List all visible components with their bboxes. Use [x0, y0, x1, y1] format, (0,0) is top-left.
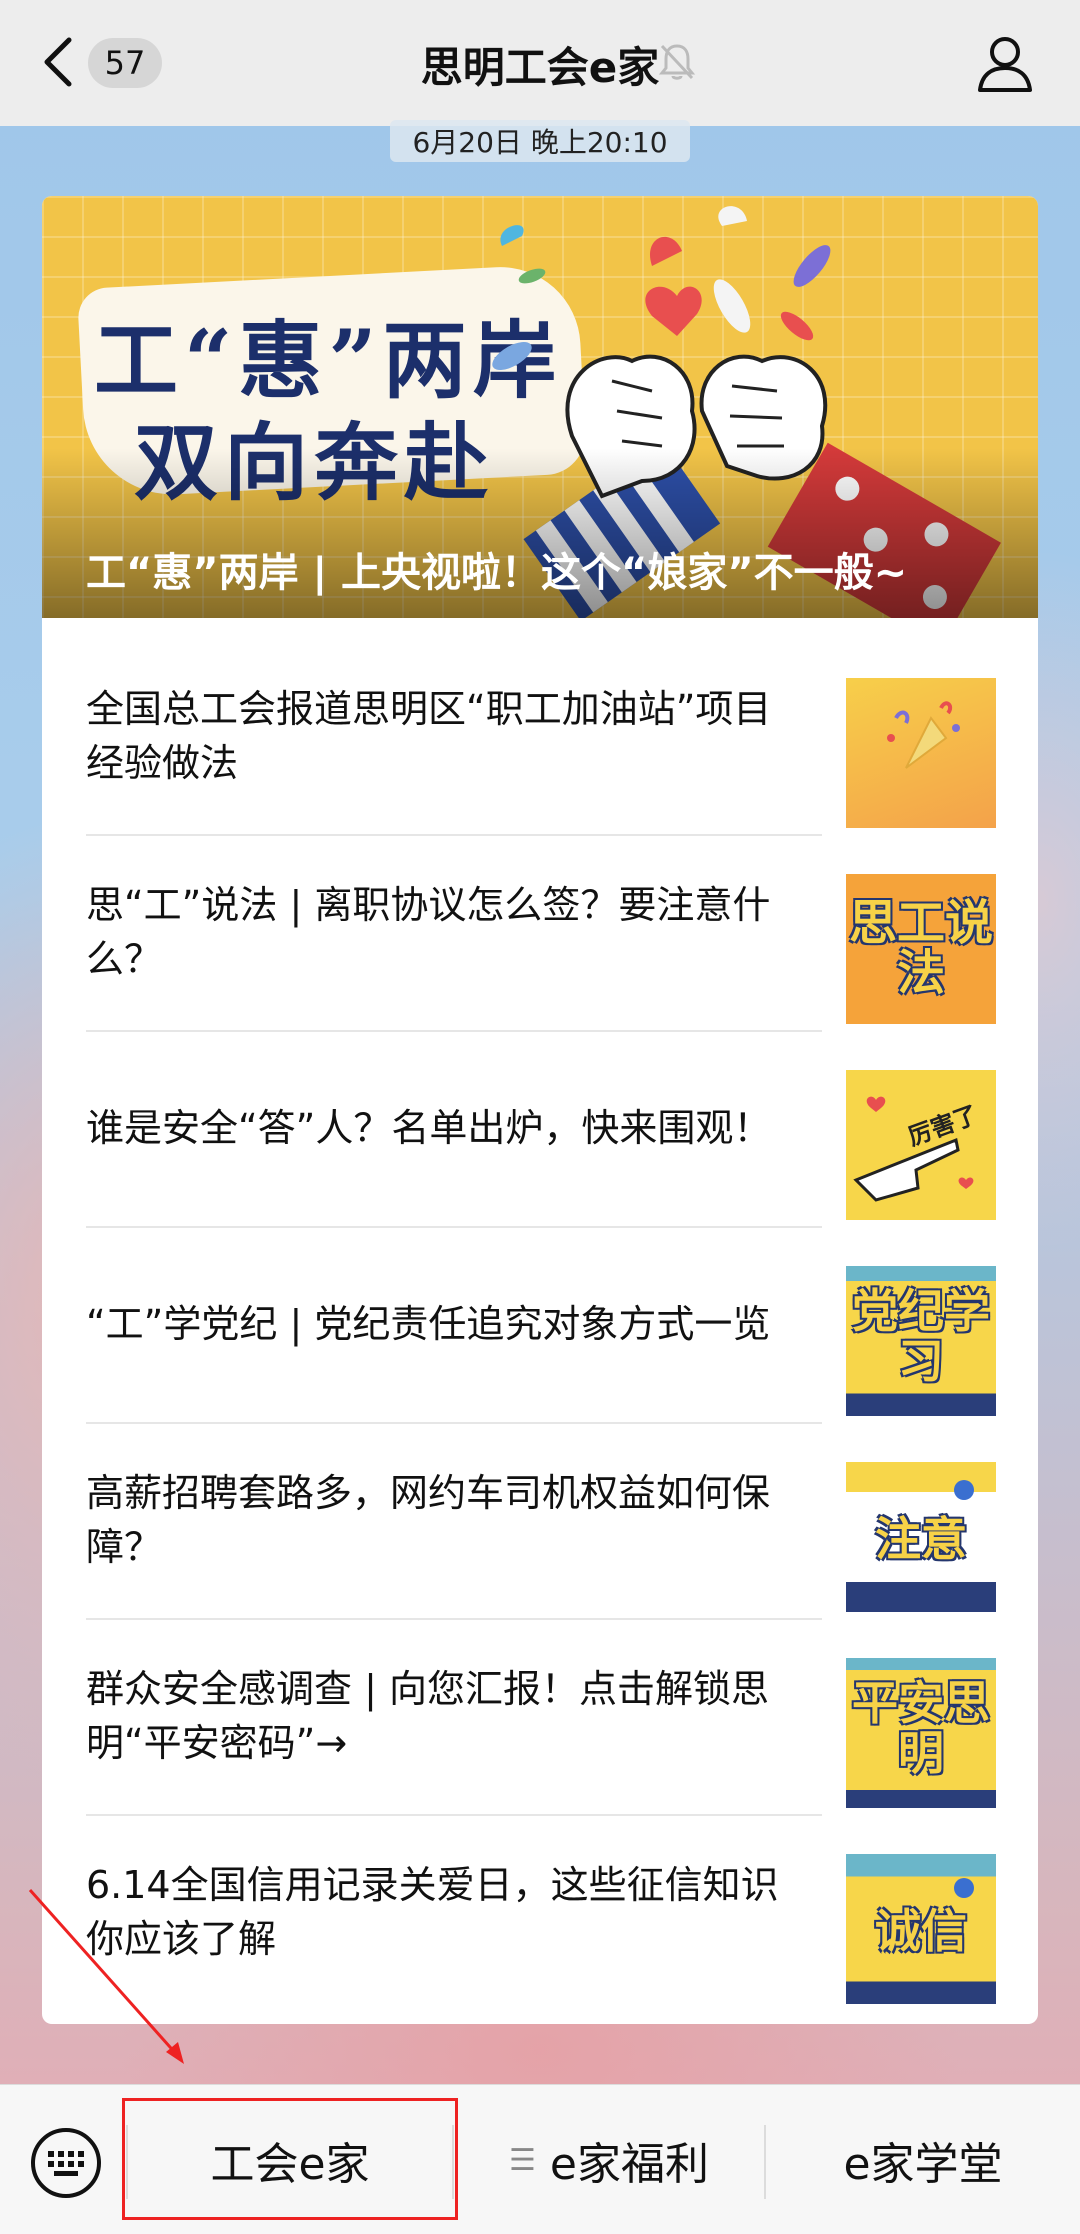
- muted-bell-icon: [658, 44, 696, 80]
- list-item[interactable]: 谁是安全“答”人？名单出炉，快来围观！ 厉害了: [86, 1030, 996, 1228]
- thumbnail-text: 思工说法: [848, 895, 993, 1001]
- thumbnail-text: 注意: [875, 1512, 967, 1566]
- list-item[interactable]: 全国总工会报道思明区“职工加油站”项目经验做法: [86, 638, 996, 836]
- keyboard-icon[interactable]: [30, 2127, 102, 2199]
- list-item[interactable]: “工”学党纪 | 党纪责任追究对象方式一览 党纪学习: [86, 1226, 996, 1424]
- thumbnail-text: 党纪学习: [852, 1284, 990, 1388]
- party-popper-icon: [887, 701, 960, 769]
- list-item[interactable]: 思“工”说法 | 离职协议怎么签？要注意什么？ 思工说法: [86, 834, 996, 1032]
- submenu-list-icon: ☰: [509, 2142, 536, 2178]
- article-title: “工”学党纪 | 党纪责任追究对象方式一览: [86, 1302, 771, 1346]
- list-item[interactable]: 群众安全感调查 | 向您汇报！点击解锁思明“平安密码”→ 平安思明: [86, 1618, 996, 1816]
- annotation-arrow: [28, 1889, 184, 2064]
- article-title: 全国总工会报道思明区“职工加油站”项目经验做法: [86, 687, 772, 785]
- menu-item-label: e家福利: [549, 2139, 709, 2190]
- article-thumbnail: 党纪学习: [846, 1266, 996, 1416]
- list-item[interactable]: 高薪招聘套路多，网约车司机权益如何保障？ 注意: [86, 1422, 996, 1620]
- article-thumbnail: 诚信: [846, 1854, 996, 2004]
- article-title: 谁是安全“答”人？名单出炉，快来围观！: [86, 1106, 772, 1150]
- hero-caption: 工“惠”两岸 | 上央视啦！这个“娘家”不一般~: [86, 550, 908, 596]
- top-nav-bar: 57 思明工会e家: [0, 0, 1080, 126]
- hero-article[interactable]: 工“惠”两岸 双向奔赴: [42, 196, 1038, 618]
- dot-decoration: [954, 1878, 974, 1898]
- article-thumbnail: 思工说法: [846, 874, 996, 1024]
- menu-item-benefits[interactable]: ☰ e家福利: [454, 2085, 764, 2234]
- thumbnail-text: 诚信: [875, 1904, 967, 1958]
- article-thumbnail: [846, 678, 996, 828]
- article-thumbnail: 平安思明: [846, 1658, 996, 1808]
- article-thumbnail: 厉害了: [846, 1070, 996, 1220]
- article-title: 6.14全国信用记录关爱日，这些征信知识你应该了解: [86, 1863, 779, 1961]
- dot-decoration: [954, 1480, 974, 1500]
- article-card: 工“惠”两岸 双向奔赴: [42, 196, 1038, 2024]
- annotation-highlight-box: [122, 2098, 458, 2220]
- message-timestamp: 6月20日 晚上20:10: [390, 120, 690, 162]
- menu-item-academy[interactable]: e家学堂: [766, 2085, 1080, 2234]
- chat-title: 思明工会e家: [420, 43, 660, 92]
- article-title: 群众安全感调查 | 向您汇报！点击解锁思明“平安密码”→: [86, 1667, 769, 1765]
- profile-icon[interactable]: [974, 32, 1036, 94]
- article-thumbnail: 注意: [846, 1462, 996, 1612]
- article-title: 思“工”说法 | 离职协议怎么签？要注意什么？: [86, 883, 771, 981]
- thumbnail-text: 平安思明: [852, 1676, 990, 1780]
- list-item[interactable]: 6.14全国信用记录关爱日，这些征信知识你应该了解 诚信: [86, 1814, 996, 2010]
- article-title: 高薪招聘套路多，网约车司机权益如何保障？: [86, 1471, 771, 1569]
- menu-item-label: e家学堂: [843, 2139, 1003, 2190]
